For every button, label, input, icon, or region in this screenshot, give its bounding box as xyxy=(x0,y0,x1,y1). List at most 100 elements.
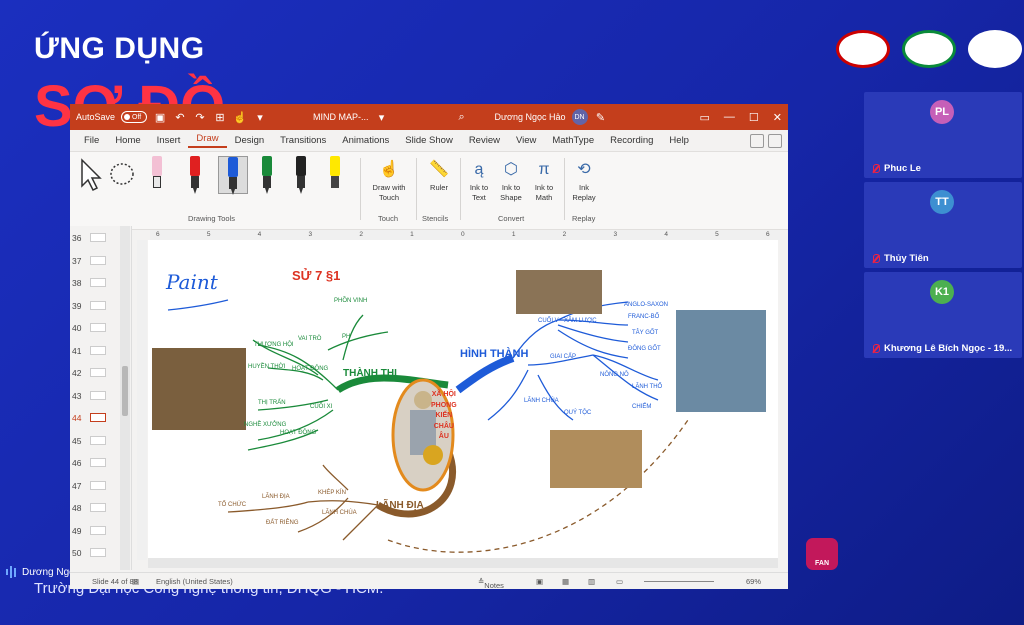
paint-label: Paint xyxy=(166,270,218,294)
blue-pen-icon[interactable] xyxy=(218,156,248,195)
branch-label: THỊ TRẤN xyxy=(258,400,286,406)
maximize-icon[interactable]: ☐ xyxy=(749,111,759,124)
ribbon-display-icon[interactable]: ▭ xyxy=(700,111,710,124)
lasso-select-icon[interactable] xyxy=(108,156,136,196)
audio-level-icon xyxy=(6,566,16,578)
ruler-label: 3 xyxy=(613,231,618,238)
tab-review[interactable]: Review xyxy=(461,135,508,146)
thumbnails-scrollbar[interactable] xyxy=(120,226,130,570)
highlighter-icon[interactable] xyxy=(326,156,344,194)
zoom-level[interactable]: 69% xyxy=(746,577,761,586)
participant-tile[interactable]: PL Phuc Le xyxy=(864,92,1022,178)
slide-title: ỨNG DỤNG xyxy=(34,32,205,65)
notes-button[interactable]: ≙ Notes xyxy=(478,577,504,590)
slide-number: 49 xyxy=(72,525,82,536)
tab-design[interactable]: Design xyxy=(227,135,273,146)
ruler-label: 0 xyxy=(461,231,465,238)
search-icon[interactable]: ⌕ xyxy=(455,111,469,124)
ink-replay-button[interactable]: ⟲ Ink Replay xyxy=(568,160,600,202)
slide-number: 48 xyxy=(72,503,82,513)
slideshow-icon[interactable]: ▭ xyxy=(616,577,623,586)
slide-canvas[interactable]: Paint SỬ 7 §1 XÃ HỘI PHONG KIẾN CHÂU ÂU … xyxy=(148,240,778,558)
slide-number: 37 xyxy=(72,255,82,266)
participant-tile[interactable]: K1 Khương Lê Bích Ngọc - 19... xyxy=(864,272,1022,358)
save-icon[interactable]: ▣ xyxy=(153,111,167,124)
zoom-slider[interactable] xyxy=(644,581,714,582)
slide-number: 38 xyxy=(72,278,82,288)
ink-to-text-button[interactable]: ą Ink to Text xyxy=(464,160,494,202)
avatar: K1 xyxy=(930,280,954,304)
slide-number: 45 xyxy=(72,435,82,446)
slide-number: 36 xyxy=(72,233,82,243)
slide-preview xyxy=(90,278,106,287)
close-icon[interactable]: ✕ xyxy=(773,111,782,124)
branch-label: ANGLO-SAXON xyxy=(624,302,669,308)
customize-toolbar-icon[interactable]: ▾ xyxy=(253,111,267,124)
lesson-label: SỬ 7 §1 xyxy=(292,268,341,283)
green-pen-icon[interactable] xyxy=(258,156,276,194)
touch-draw-icon: ☝ xyxy=(379,161,399,178)
ink-to-shape-button[interactable]: ⬡ Ink to Shape xyxy=(496,160,526,202)
convert-label: Convert xyxy=(498,214,525,223)
comments-icon[interactable] xyxy=(768,133,782,148)
ruler-label: 2 xyxy=(562,231,567,238)
participant-name: Khương Lê Bích Ngọc - 19... xyxy=(884,343,1013,354)
autosave-toggle[interactable]: Off xyxy=(121,111,148,123)
participant-tile[interactable]: TT Thủy Tiên xyxy=(864,182,1022,268)
share-icon[interactable] xyxy=(750,133,764,148)
reading-view-icon[interactable]: ▥ xyxy=(588,577,595,586)
slide-preview xyxy=(90,345,106,355)
present-icon[interactable]: ⊞ xyxy=(213,111,227,124)
chevron-down-icon[interactable]: ▾ xyxy=(375,111,389,124)
slide-number: 41 xyxy=(72,345,82,356)
document-title[interactable]: MIND MAP-... xyxy=(313,112,369,122)
touch-mode-icon[interactable]: ☝ xyxy=(233,111,247,124)
branch-label: NÔNG NÔ xyxy=(600,372,629,378)
tab-file[interactable]: File xyxy=(76,135,107,146)
slide-sorter-icon[interactable]: ▦ xyxy=(562,577,569,586)
horizontal-scrollbar[interactable] xyxy=(148,558,778,568)
user-avatar[interactable]: DN xyxy=(571,109,588,125)
tab-draw[interactable]: Draw xyxy=(188,133,227,148)
ruler-button[interactable]: 📏 Ruler xyxy=(422,160,456,193)
tab-view[interactable]: View xyxy=(508,135,544,146)
ruler-label: 5 xyxy=(715,231,719,238)
tab-recording[interactable]: Recording xyxy=(602,135,661,146)
language-status[interactable]: English (United States) xyxy=(156,577,233,586)
red-pen-icon[interactable] xyxy=(186,156,204,194)
avatar: TT xyxy=(930,190,954,214)
branch-label: CUỐI XI xyxy=(310,404,333,410)
participant-name: Phuc Le xyxy=(884,163,921,174)
eraser-icon[interactable] xyxy=(148,156,166,194)
ink-to-math-button[interactable]: π Ink to Math xyxy=(528,160,560,202)
lanh-dia-label: LÃNH ĐỊA xyxy=(376,500,424,511)
select-arrow-icon[interactable] xyxy=(76,156,104,196)
fpt-app-icon[interactable]: FAN xyxy=(806,538,838,570)
tab-slide-show[interactable]: Slide Show xyxy=(397,135,461,146)
branch-label: KHÉP KÍN xyxy=(318,490,346,496)
slide-preview xyxy=(90,368,106,377)
ribbon-tabs: File Home Insert Draw Design Transitions… xyxy=(70,130,788,152)
tab-animations[interactable]: Animations xyxy=(334,135,397,146)
tab-transitions[interactable]: Transitions xyxy=(272,135,334,146)
minimize-icon[interactable]: — xyxy=(724,111,735,124)
redo-icon[interactable]: ↷ xyxy=(193,111,207,124)
undo-icon[interactable]: ↶ xyxy=(173,111,187,124)
slide-number: 44 xyxy=(72,413,82,423)
tab-mathtype[interactable]: MathType xyxy=(544,135,602,146)
ruler-label: 4 xyxy=(257,231,262,238)
slide-preview xyxy=(90,458,106,467)
ink-to-shape-icon: ⬡ xyxy=(504,161,518,178)
slide-preview xyxy=(90,233,106,242)
user-name[interactable]: Dương Ngọc Hảo xyxy=(495,112,566,122)
mic-muted-icon xyxy=(872,343,880,354)
pen-icon[interactable]: ✎ xyxy=(594,111,608,124)
draw-with-touch-button[interactable]: ☝ Draw with Touch xyxy=(366,160,412,202)
tab-insert[interactable]: Insert xyxy=(149,135,189,146)
tab-help[interactable]: Help xyxy=(661,135,697,146)
black-pen-icon[interactable] xyxy=(292,156,310,194)
normal-view-icon[interactable]: ▣ xyxy=(536,577,543,586)
accessibility-icon[interactable]: ▤ xyxy=(132,577,139,586)
tab-home[interactable]: Home xyxy=(107,135,148,146)
club-logo xyxy=(968,30,1022,68)
